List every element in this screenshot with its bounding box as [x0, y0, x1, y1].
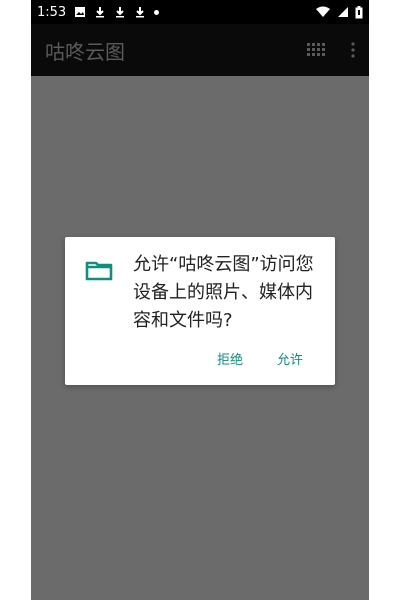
app-actions — [307, 42, 355, 58]
dialog-buttons: 拒绝 允许 — [217, 349, 303, 368]
download-icon — [136, 7, 145, 18]
folder-icon — [85, 261, 113, 281]
grid-icon[interactable] — [307, 43, 325, 57]
image-icon — [75, 7, 86, 17]
status-bar: 1:53 — [31, 0, 369, 24]
status-time: 1:53 — [37, 4, 67, 20]
battery-icon — [355, 5, 363, 18]
signal-icon — [338, 7, 348, 17]
download-icon — [116, 7, 125, 18]
app-title: 咕咚云图 — [45, 39, 125, 64]
deny-button[interactable]: 拒绝 — [217, 349, 243, 368]
app-bar: 咕咚云图 — [31, 24, 369, 76]
phone-screen: 1:53 咕咚云图 允许“咕咚云图”访问您设备上的照片、媒体内容和文件吗? 拒绝… — [31, 0, 369, 600]
permission-dialog: 允许“咕咚云图”访问您设备上的照片、媒体内容和文件吗? 拒绝 允许 — [65, 237, 335, 385]
dialog-message: 允许“咕咚云图”访问您设备上的照片、媒体内容和文件吗? — [133, 254, 314, 331]
status-icons-left — [74, 6, 160, 18]
dot-icon — [154, 9, 160, 15]
download-icon — [96, 7, 105, 18]
wifi-icon — [316, 6, 330, 17]
status-left: 1:53 — [37, 4, 160, 20]
more-vert-icon[interactable] — [351, 42, 355, 58]
status-right — [315, 5, 363, 19]
allow-button[interactable]: 允许 — [277, 349, 303, 368]
